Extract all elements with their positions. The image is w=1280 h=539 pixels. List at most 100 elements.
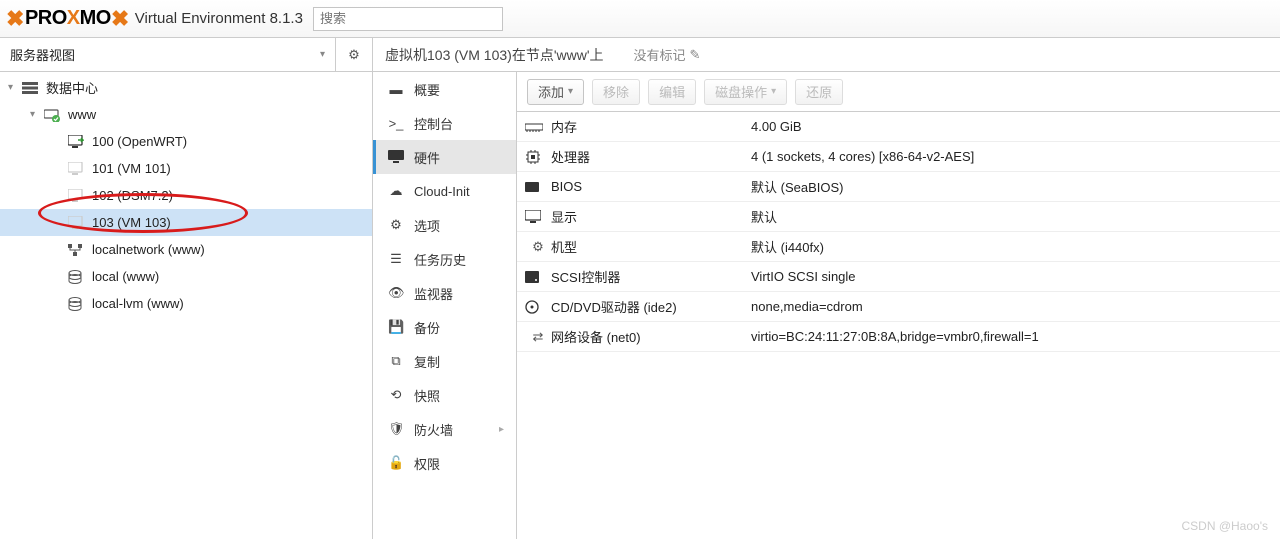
shield-icon: 🛡 — [388, 421, 404, 437]
server-group-icon — [22, 82, 42, 94]
tab-label: 备份 — [414, 318, 440, 337]
tree-datacenter[interactable]: ▾ 数据中心 — [0, 74, 372, 101]
hw-label: 处理器 — [551, 147, 751, 166]
hw-label: 内存 — [551, 117, 751, 136]
revert-button[interactable]: 还原 — [795, 79, 843, 105]
tab-cloud-init[interactable]: ☁ Cloud-Init — [373, 174, 516, 208]
search-input[interactable] — [313, 7, 503, 31]
cpu-icon — [525, 149, 551, 165]
tab-label: 硬件 — [414, 148, 440, 167]
tab-task-history[interactable]: ☰任务历史 — [373, 242, 516, 276]
tree-vm-103[interactable]: 103 (VM 103) — [0, 209, 372, 236]
chevron-right-icon: ▸ — [499, 424, 504, 435]
hw-row-machine[interactable]: ⚙ 机型 默认 (i440fx) — [517, 232, 1280, 262]
view-dropdown[interactable]: 服务器视图 ▾ — [0, 38, 336, 71]
disk-action-button[interactable]: 磁盘操作▾ — [704, 79, 787, 105]
hw-value: none,media=cdrom — [751, 299, 1272, 314]
tab-backup[interactable]: 💾 备份 — [373, 310, 516, 344]
tree-label: 数据中心 — [46, 78, 98, 97]
hw-row-display[interactable]: 显示 默认 — [517, 202, 1280, 232]
eye-icon: 👁 — [388, 285, 404, 301]
hw-value: VirtIO SCSI single — [751, 269, 1272, 284]
gear-icon: ⚙ — [388, 217, 404, 233]
tab-permissions[interactable]: 🔓权限 — [373, 446, 516, 480]
tree-storage-local-lvm[interactable]: local-lvm (www) — [0, 290, 372, 317]
hdd-icon — [525, 271, 551, 283]
brand-text-pre: PRO — [25, 7, 67, 30]
tab-snapshot[interactable]: ⟲快照 — [373, 378, 516, 412]
list-icon: ☰ — [388, 251, 404, 267]
tab-summary[interactable]: ▬概要 — [373, 72, 516, 106]
tree-label: local (www) — [92, 269, 159, 284]
hw-row-scsi[interactable]: SCSI控制器 VirtIO SCSI single — [517, 262, 1280, 292]
tree-storage-localnetwork[interactable]: localnetwork (www) — [0, 236, 372, 263]
tab-label: 控制台 — [414, 114, 453, 133]
vm-running-icon — [68, 135, 88, 149]
main-header: 虚拟机103 (VM 103)在节点'www'上 没有标记 ✎ — [373, 38, 1280, 72]
gear-button[interactable]: ⚙ — [336, 38, 372, 71]
display-icon — [525, 210, 551, 224]
brand-text-x: X — [67, 7, 80, 30]
logo-x-icon: ✖ — [6, 6, 24, 32]
remove-button[interactable]: 移除 — [592, 79, 640, 105]
tab-monitor[interactable]: 👁监视器 — [373, 276, 516, 310]
add-button[interactable]: 添加▾ — [527, 79, 584, 105]
network-icon — [68, 244, 88, 256]
hw-row-net[interactable]: ⇄ 网络设备 (net0) virtio=BC:24:11:27:0B:8A,b… — [517, 322, 1280, 352]
chevron-down-icon: ▾ — [771, 86, 776, 97]
gear-icon: ⚙ — [348, 47, 360, 63]
hw-value: 4 (1 sockets, 4 cores) [x86-64-v2-AES] — [751, 149, 1272, 164]
chip-icon — [525, 182, 551, 192]
hw-row-bios[interactable]: BIOS 默认 (SeaBIOS) — [517, 172, 1280, 202]
terminal-icon: >_ — [388, 116, 404, 131]
tab-hardware[interactable]: 硬件 — [373, 140, 516, 174]
detail-panel: 添加▾ 移除 编辑 磁盘操作▾ 还原 内存 4.00 GiB 处理器 — [517, 72, 1280, 539]
tab-console[interactable]: >_ 控制台 — [373, 106, 516, 140]
edit-button[interactable]: 编辑 — [648, 79, 696, 105]
resource-tree: ▾ 数据中心 ▾ www 100 (OpenWRT) — [0, 72, 372, 539]
hardware-toolbar: 添加▾ 移除 编辑 磁盘操作▾ 还原 — [517, 72, 1280, 112]
view-dropdown-label: 服务器视图 — [10, 45, 75, 64]
tree-label: 101 (VM 101) — [92, 161, 171, 176]
hw-row-cdrom[interactable]: CD/DVD驱动器 (ide2) none,media=cdrom — [517, 292, 1280, 322]
cloud-icon: ☁ — [388, 183, 404, 199]
book-icon: ▬ — [388, 82, 404, 97]
hw-label: 网络设备 (net0) — [551, 327, 751, 346]
tree-vm-102[interactable]: 102 (DSM7.2) — [0, 182, 372, 209]
tree-storage-local[interactable]: local (www) — [0, 263, 372, 290]
tab-replication[interactable]: ⧉复制 — [373, 344, 516, 378]
tree-label: 102 (DSM7.2) — [92, 188, 173, 203]
tab-firewall[interactable]: 🛡 防火墙 ▸ — [373, 412, 516, 446]
storage-icon — [68, 297, 88, 311]
tab-label: 复制 — [414, 352, 440, 371]
tab-column: ▬概要 >_控制台 硬件 ☁Cloud-Init ⚙选项 ☰任务历史 👁监视器 … — [373, 72, 517, 539]
tab-label: Cloud-Init — [414, 184, 470, 199]
chevron-down-icon: ▾ — [320, 49, 325, 60]
tab-label: 选项 — [414, 216, 440, 235]
hw-row-memory[interactable]: 内存 4.00 GiB — [517, 112, 1280, 142]
watermark: CSDN @Haoo's — [1182, 519, 1269, 533]
storage-icon — [68, 270, 88, 284]
tab-label: 防火墙 — [414, 420, 453, 439]
disc-icon — [525, 300, 551, 314]
hw-value: 默认 (SeaBIOS) — [751, 177, 1272, 196]
hw-label: 显示 — [551, 207, 751, 226]
tab-options[interactable]: ⚙ 选项 — [373, 208, 516, 242]
tree-vm-100[interactable]: 100 (OpenWRT) — [0, 128, 372, 155]
collapse-icon[interactable]: ▾ — [30, 109, 44, 120]
no-tags-label[interactable]: 没有标记 ✎ — [634, 45, 701, 64]
tree-node-www[interactable]: ▾ www — [0, 101, 372, 128]
save-icon: 💾 — [388, 319, 404, 335]
lock-icon: 🔓 — [388, 455, 404, 471]
vm-stopped-icon — [68, 216, 88, 230]
page-title: 虚拟机103 (VM 103)在节点'www'上 — [385, 45, 604, 65]
brand-logo: ✖ PROXMO✖ — [6, 6, 129, 32]
hw-row-cpu[interactable]: 处理器 4 (1 sockets, 4 cores) [x86-64-v2-AE… — [517, 142, 1280, 172]
vm-stopped-icon — [68, 189, 88, 203]
tree-vm-101[interactable]: 101 (VM 101) — [0, 155, 372, 182]
hw-label: BIOS — [551, 179, 751, 194]
hardware-table: 内存 4.00 GiB 处理器 4 (1 sockets, 4 cores) [… — [517, 112, 1280, 539]
tree-label: 103 (VM 103) — [92, 215, 171, 230]
collapse-icon[interactable]: ▾ — [8, 82, 22, 93]
tree-label: local-lvm (www) — [92, 296, 184, 311]
